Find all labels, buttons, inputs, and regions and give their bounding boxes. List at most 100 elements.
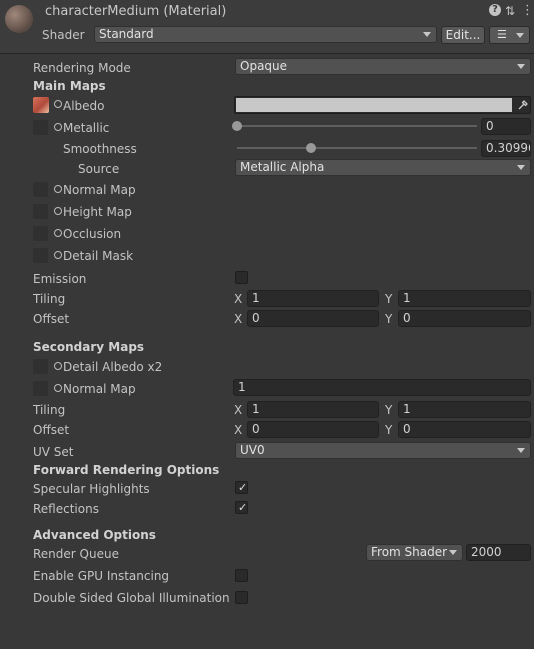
height-map-picker-icon[interactable] [54, 207, 62, 215]
secondary-tiling-y-label: Y [385, 403, 393, 417]
occlusion-label: Occlusion [63, 227, 122, 241]
metallic-slider-track[interactable] [237, 125, 477, 127]
chevron-down-icon [449, 550, 457, 555]
double-sided-gi-checkbox[interactable] [235, 591, 248, 604]
gpu-instancing-label: Enable GPU Instancing [33, 569, 170, 583]
main-maps-heading: Main Maps [33, 79, 106, 93]
metallic-slider-handle[interactable] [232, 121, 242, 131]
secondary-normal-map-picker-icon[interactable] [54, 384, 62, 392]
shader-value: Standard [99, 27, 154, 41]
normal-map-label: Normal Map [63, 183, 136, 197]
secondary-normal-map-label: Normal Map [63, 382, 136, 396]
smoothness-value-field[interactable]: 0.30996 [481, 140, 531, 157]
source-value: Metallic Alpha [240, 160, 325, 174]
double-sided-gi-label: Double Sided Global Illumination [33, 591, 230, 605]
main-tiling-y-field[interactable]: 1 [398, 290, 531, 307]
eyedropper-icon[interactable] [517, 99, 529, 114]
secondary-normal-map-texture-slot[interactable] [33, 381, 48, 396]
source-dropdown[interactable]: Metallic Alpha [235, 159, 531, 176]
secondary-offset-x-field[interactable]: 0 [247, 421, 379, 438]
main-offset-x-field[interactable]: 0 [247, 310, 379, 327]
secondary-offset-x-label: X [234, 423, 243, 437]
shader-menu-button[interactable]: ☰ [489, 26, 530, 44]
main-tiling-label: Tiling [33, 292, 66, 306]
specular-highlights-label: Specular Highlights [33, 482, 150, 496]
uv-set-value: UV0 [240, 443, 265, 457]
more-options-icon[interactable]: ⋮ [521, 3, 534, 19]
detail-albedo-texture-slot[interactable] [33, 359, 48, 374]
check-icon: ✓ [238, 481, 248, 494]
main-offset-label: Offset [33, 312, 70, 326]
uv-set-dropdown[interactable]: UV0 [235, 442, 531, 459]
list-icon: ☰ [497, 28, 507, 41]
edit-shader-button[interactable]: Edit... [441, 26, 485, 44]
chevron-down-icon [517, 165, 525, 170]
secondary-offset-y-field[interactable]: 0 [398, 421, 531, 438]
main-offset-y-field[interactable]: 0 [398, 310, 531, 327]
metallic-picker-icon[interactable] [54, 123, 62, 131]
detail-albedo-label: Detail Albedo x2 [63, 360, 163, 374]
help-icon[interactable]: ? [489, 4, 501, 16]
detail-mask-texture-slot[interactable] [33, 248, 48, 263]
albedo-label: Albedo [63, 99, 105, 113]
emission-checkbox[interactable] [235, 271, 248, 284]
albedo-texture-slot[interactable] [33, 97, 49, 113]
render-queue-label: Render Queue [33, 547, 119, 561]
chevron-down-icon [516, 33, 524, 38]
material-preview-icon [5, 5, 33, 33]
normal-map-picker-icon[interactable] [54, 185, 62, 193]
emission-label: Emission [33, 272, 87, 286]
normal-map-texture-slot[interactable] [33, 182, 48, 197]
secondary-normal-scale-field[interactable]: 1 [233, 379, 531, 396]
render-queue-dropdown[interactable]: From Shader [366, 544, 463, 561]
albedo-picker-icon[interactable] [54, 100, 62, 108]
render-queue-mode: From Shader [371, 545, 448, 559]
shader-dropdown[interactable]: Standard [94, 26, 437, 43]
metallic-value-field[interactable]: 0 [481, 118, 531, 135]
secondary-tiling-x-field[interactable]: 1 [247, 401, 379, 418]
secondary-offset-y-label: Y [385, 423, 393, 437]
specular-highlights-checkbox[interactable]: ✓ [235, 481, 248, 494]
preset-settings-icon[interactable]: ⇅ [505, 3, 515, 19]
smoothness-label: Smoothness [63, 142, 137, 156]
reflections-checkbox[interactable]: ✓ [235, 501, 248, 514]
chevron-down-icon [423, 32, 431, 37]
main-tiling-y-label: Y [385, 292, 393, 306]
render-queue-value-field[interactable]: 2000 [466, 544, 531, 561]
reflections-label: Reflections [33, 502, 99, 516]
forward-rendering-heading: Forward Rendering Options [33, 463, 220, 477]
chevron-down-icon [517, 448, 525, 453]
gpu-instancing-checkbox[interactable] [235, 569, 248, 582]
detail-mask-label: Detail Mask [63, 249, 134, 263]
rendering-mode-label: Rendering Mode [33, 61, 131, 75]
secondary-offset-label: Offset [33, 423, 70, 437]
main-offset-y-label: Y [385, 312, 393, 326]
check-icon: ✓ [238, 501, 248, 514]
advanced-options-heading: Advanced Options [33, 528, 156, 542]
main-tiling-x-field[interactable]: 1 [247, 290, 379, 307]
uv-set-label: UV Set [33, 445, 74, 459]
inspector-header: characterMedium (Material) ? ⇅ ⋮ Shader … [0, 0, 534, 54]
occlusion-picker-icon[interactable] [54, 229, 62, 237]
source-label: Source [78, 162, 120, 176]
secondary-maps-heading: Secondary Maps [33, 340, 145, 354]
shader-label: Shader [42, 28, 85, 42]
rendering-mode-dropdown[interactable]: Opaque [235, 58, 531, 75]
rendering-mode-value: Opaque [240, 59, 288, 73]
smoothness-slider-handle[interactable] [306, 143, 317, 153]
detail-mask-picker-icon[interactable] [54, 251, 62, 259]
secondary-tiling-x-label: X [234, 403, 243, 417]
albedo-color-field[interactable] [234, 96, 531, 114]
detail-albedo-picker-icon[interactable] [54, 362, 62, 370]
chevron-down-icon [517, 64, 525, 69]
metallic-texture-slot[interactable] [33, 120, 48, 135]
metallic-label: Metallic [63, 121, 110, 135]
secondary-tiling-y-field[interactable]: 1 [398, 401, 531, 418]
secondary-tiling-label: Tiling [33, 403, 66, 417]
smoothness-slider-track[interactable] [237, 147, 477, 149]
height-map-texture-slot[interactable] [33, 204, 48, 219]
occlusion-texture-slot[interactable] [33, 226, 48, 241]
height-map-label: Height Map [63, 205, 132, 219]
albedo-color-swatch [236, 98, 512, 112]
main-offset-x-label: X [234, 312, 243, 326]
